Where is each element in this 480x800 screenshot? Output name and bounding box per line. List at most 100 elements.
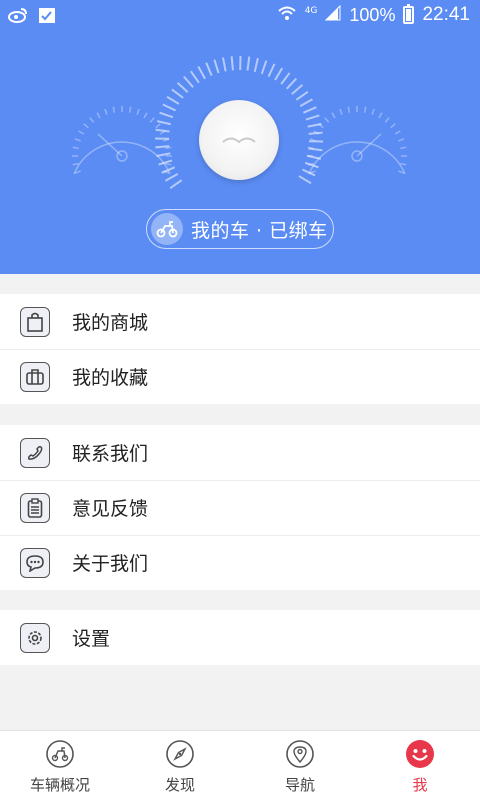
calendar-check-icon [38,6,56,28]
gauge-tick [96,112,101,119]
nav-tab-discover[interactable]: 发现 [120,731,240,800]
chat-bubble-icon [20,548,50,578]
menu-label: 关于我们 [72,553,149,575]
gauge-tick [230,56,234,71]
nav-tab-navigation[interactable]: 导航 [240,731,360,800]
avatar[interactable] [199,100,279,180]
shopping-bag-icon [20,307,50,337]
nav-label: 发现 [164,776,195,794]
gauge-tick [169,179,183,189]
gauge-tick [299,98,313,107]
gauge-tick [295,91,309,101]
menu-item-about-us[interactable]: 关于我们 [0,535,480,590]
gauge-tick [159,111,174,119]
gauge-tick [74,138,81,142]
gauge-tick [155,128,170,133]
menu-item-settings[interactable]: 设置 [0,610,480,665]
gauge-tick [339,108,343,115]
wifi-icon [277,5,297,26]
menu-item-my-shop[interactable]: 我的商城 [0,294,480,349]
menu-item-contact-us[interactable]: 联系我们 [0,425,480,480]
gauge-tick [155,145,170,149]
gauge-tick [267,63,276,77]
bottom-navigation: 车辆概况 发现 导航 我 [0,730,480,800]
gauge-tick [155,123,161,129]
gauge-tick [307,146,314,150]
gauge-tick [324,117,330,123]
weibo-icon [8,7,28,27]
gauge-tick [197,66,206,80]
gauge-tick [128,106,132,113]
menu-item-feedback[interactable]: 意见反馈 [0,480,480,535]
gauge-tick [347,106,351,113]
gauge-tick [176,81,189,93]
gauge-tick [83,123,89,129]
gauge-tick [280,72,291,85]
gauge-tick [363,106,367,113]
gauge-needle [97,133,123,157]
gauge-tick [305,114,320,121]
gauge-tick [246,56,251,71]
profile-header: 4G 100% 22:41 我的车 · 已绑车 [0,0,480,274]
menu-label: 意见反馈 [72,498,149,520]
menu-label: 设置 [72,628,111,650]
smiley-icon [405,739,435,769]
gauge-tick [298,175,312,185]
phone-icon [20,438,50,468]
gauge-needle [356,133,382,157]
compass-icon [165,739,195,769]
signal-icon [325,4,341,26]
gauge-tick [112,106,116,113]
status-bar: 4G 100% 22:41 [0,0,480,32]
gauge-tick [136,108,140,115]
gauge-tick [171,88,184,99]
gauge-tick [221,57,227,72]
nav-tab-me[interactable]: 我 [360,731,480,800]
menu-label: 我的商城 [72,312,149,334]
gauge-tick [165,146,172,150]
gauge-tick [72,162,79,166]
battery-icon [403,4,415,24]
gauge-tick [149,117,155,123]
gauge-tick [371,108,375,115]
menu-label: 我的收藏 [72,367,149,389]
gauge-tick [143,112,148,119]
gauge-tick [286,77,298,90]
gauge-tick [213,59,220,74]
gauge-tick [183,75,194,88]
scooter-icon [151,213,183,245]
menu-item-my-favorites[interactable]: 我的收藏 [0,349,480,404]
location-pin-icon [285,739,315,769]
gauge-tick [165,162,172,166]
battery-percent: 100% [349,4,396,25]
gauge-tick [78,130,85,135]
gauge-tick [394,130,401,135]
briefcase-icon [20,362,50,392]
gauge-tick [308,147,323,152]
gauge-tick [398,138,405,142]
gauge-tick [162,103,176,112]
car-status-pill[interactable]: 我的车 · 已绑车 [146,209,334,249]
nav-label: 导航 [284,776,315,794]
gauge-tick [166,95,180,105]
gauge-tick [400,162,407,166]
gauge-tick [384,117,390,123]
clipboard-icon [20,493,50,523]
menu-label: 联系我们 [72,443,149,465]
nav-tab-vehicle-overview[interactable]: 车辆概况 [0,731,120,800]
gauge-tick [72,146,79,150]
nav-label: 我 [412,776,428,794]
network-type: 4G [304,6,318,16]
gauge-tick [378,112,383,119]
gauge-tick [400,146,407,150]
gauge-tick [104,108,108,115]
gauge-tick [390,123,396,129]
gauge-arc [308,141,406,175]
gauge-tick [89,117,95,123]
menu-section-support: 联系我们 意见反馈 关于我们 [0,425,480,590]
status-time: 22:41 [422,4,470,25]
gear-icon [20,623,50,653]
gauge-tick [205,62,213,76]
gauge-tick [260,60,268,75]
gauge-tick [274,67,284,81]
